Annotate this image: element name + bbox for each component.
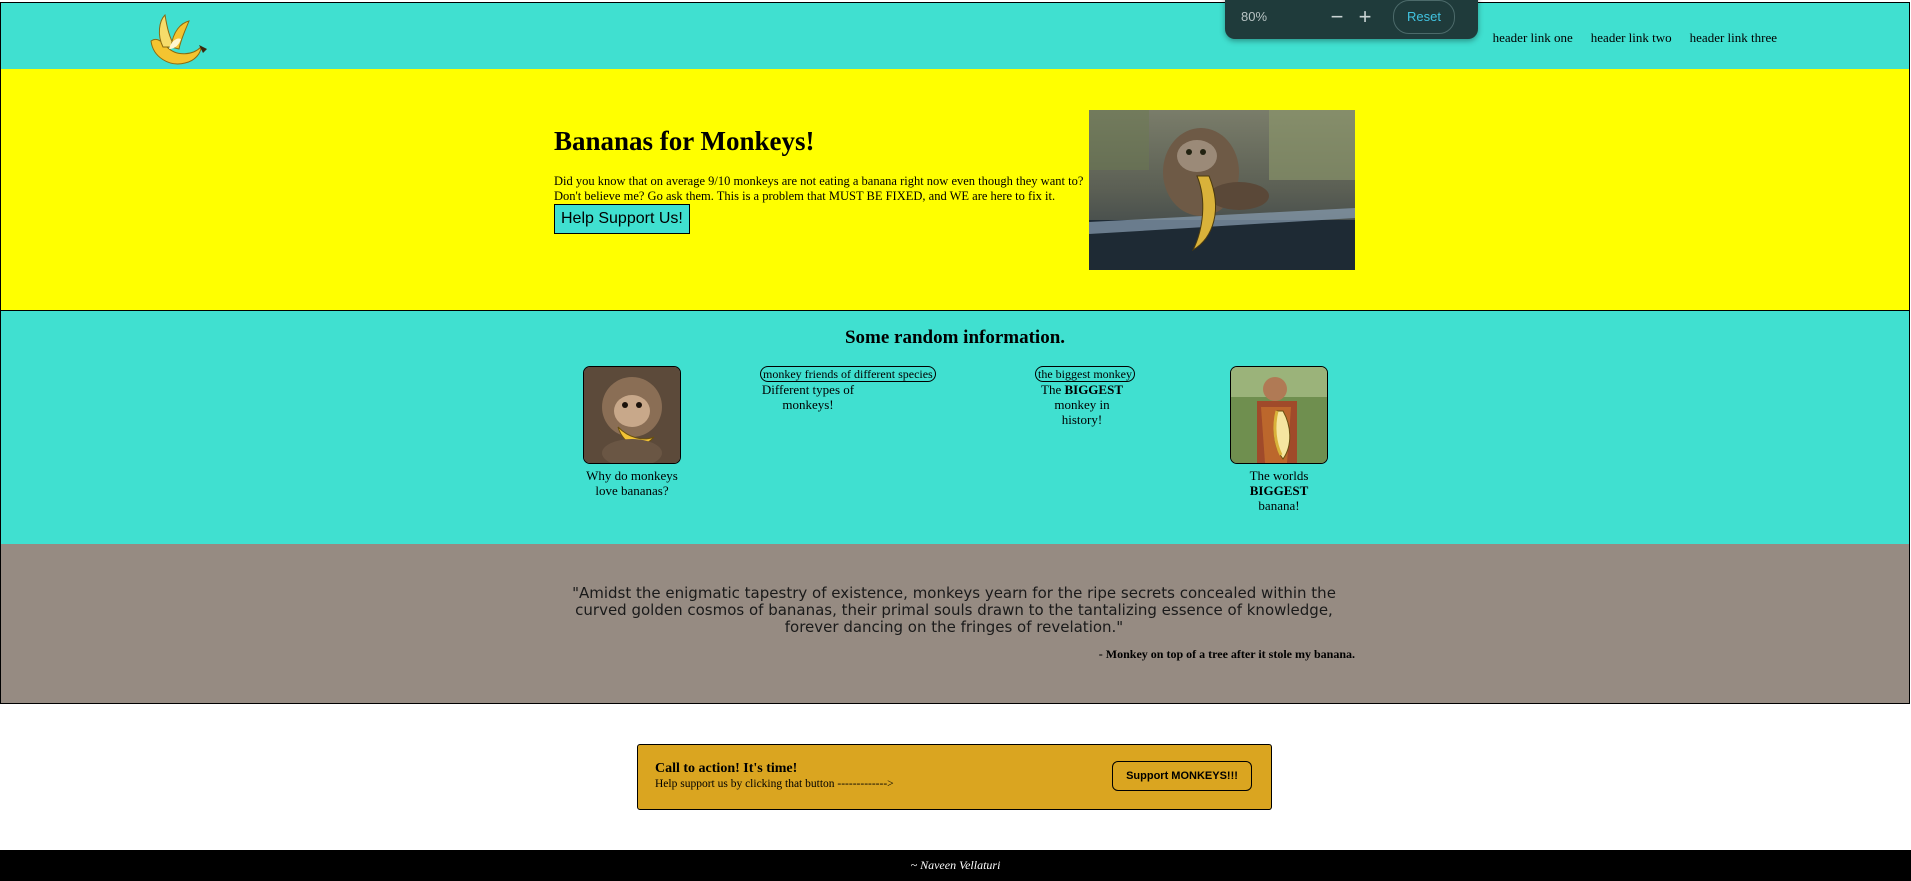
info-card-4: The worlds BIGGEST banana! — [1230, 366, 1328, 513]
info-card-3-caption: The BIGGEST monkey in history! — [1035, 382, 1129, 427]
info-card-3-caption-bold: BIGGEST — [1064, 382, 1123, 397]
quote-section: "Amidst the enigmatic tapestry of existe… — [0, 544, 1910, 704]
monkey-with-banana-photo — [583, 366, 681, 464]
header-link-two[interactable]: header link two — [1591, 30, 1672, 46]
broken-image-biggest-monkey: the biggest monkey — [1035, 366, 1135, 382]
broken-image-monkey-friends: monkey friends of different species — [760, 366, 936, 382]
help-support-button[interactable]: Help Support Us! — [554, 204, 690, 234]
info-card-1: Why do monkeys love bananas? — [583, 366, 681, 498]
info-card-2-caption: Different types of monkeys! — [761, 382, 855, 412]
site-footer: ~ Naveen Vellaturi — [0, 850, 1911, 881]
monkey-eating-banana-photo — [1089, 110, 1355, 270]
info-card-2: monkey friends of different species Diff… — [760, 366, 956, 412]
zoom-out-button[interactable]: − — [1325, 5, 1349, 28]
support-monkeys-button[interactable]: Support MONKEYS!!! — [1112, 761, 1252, 791]
call-to-action-title: Call to action! It's time! — [655, 761, 798, 776]
zoom-level: 80% — [1241, 9, 1268, 24]
hero-section: Bananas for Monkeys! Did you know that o… — [0, 69, 1910, 311]
site-header: header link one header link two header l… — [0, 2, 1910, 70]
call-to-action-box: Call to action! It's time! Help support … — [637, 744, 1272, 810]
zoom-reset-button[interactable]: Reset — [1393, 0, 1455, 34]
quote-text: "Amidst the enigmatic tapestry of existe… — [572, 584, 1336, 636]
call-to-action-subtitle: Help support us by clicking that button … — [655, 778, 894, 790]
info-title: Some random information. — [844, 327, 1066, 348]
header-link-three[interactable]: header link three — [1690, 30, 1777, 46]
info-card-3-caption-pre: The — [1041, 382, 1065, 397]
info-card-4-caption-post: banana! — [1258, 498, 1300, 513]
info-card-4-caption-bold: BIGGEST — [1249, 483, 1309, 498]
info-card-4-caption: The worlds BIGGEST banana! — [1230, 468, 1328, 513]
header-link-one[interactable]: header link one — [1493, 30, 1573, 46]
hero-description: Did you know that on average 9/10 monkey… — [554, 174, 1084, 203]
info-card-3-caption-post: monkey in history! — [1054, 397, 1110, 427]
footer-credit: ~ Naveen Vellaturi — [910, 858, 1001, 872]
info-card-4-caption-pre: The worlds — [1249, 468, 1309, 483]
banana-logo-icon[interactable] — [141, 7, 213, 69]
info-card-1-caption: Why do monkeys love bananas? — [586, 468, 678, 498]
header-nav: header link one header link two header l… — [1493, 30, 1777, 46]
info-section: Some random information. Why do monkeys … — [0, 310, 1910, 546]
browser-zoom-popup: 80% − + Reset — [1225, 0, 1478, 39]
quote-attribution: - Monkey on top of a tree after it stole… — [1098, 647, 1355, 661]
man-with-big-banana-photo — [1230, 366, 1328, 464]
hero-title: Bananas for Monkeys! — [554, 126, 815, 156]
zoom-in-button[interactable]: + — [1353, 5, 1377, 28]
info-card-3: the biggest monkey The BIGGEST monkey in… — [1035, 366, 1153, 427]
